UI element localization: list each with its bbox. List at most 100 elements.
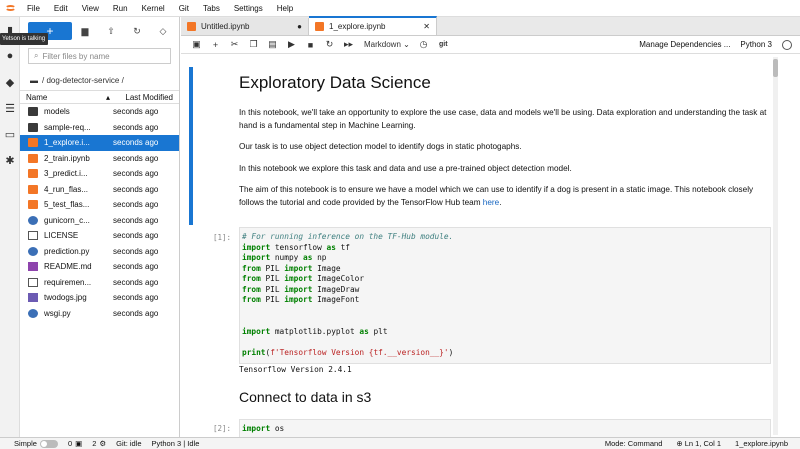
- kernel-status[interactable]: Python 3 | Idle: [152, 439, 200, 448]
- menu-edit[interactable]: Edit: [47, 4, 75, 13]
- here-link[interactable]: here: [483, 198, 499, 207]
- code-token: f'Tensorflow Version {tf.__version__}': [270, 347, 449, 357]
- file-row[interactable]: README.md seconds ago: [20, 259, 179, 275]
- file-name: 4_run_flas...: [44, 184, 89, 194]
- menu-help[interactable]: Help: [270, 4, 300, 13]
- code-token: ): [448, 347, 454, 357]
- code-token: import: [284, 295, 313, 304]
- notebook-icon: [315, 22, 324, 31]
- cell-type-select[interactable]: Markdown ⌄: [364, 40, 414, 49]
- code-editor[interactable]: # For running inference on the TF-Hub mo…: [240, 232, 770, 358]
- kernels-count[interactable]: 2 ⚙: [92, 439, 106, 448]
- git-icon[interactable]: ◆: [0, 69, 20, 95]
- close-icon[interactable]: ✕: [423, 22, 430, 31]
- file-name: 5_test_flas...: [44, 200, 90, 210]
- file-name: twodogs.jpg: [44, 293, 87, 303]
- file-row[interactable]: wsgi.py seconds ago: [20, 306, 179, 322]
- code-cell[interactable]: import os: [239, 419, 771, 437]
- file-modified: seconds ago: [113, 122, 159, 132]
- clock-icon[interactable]: ◷: [414, 39, 433, 50]
- paragraph: In this notebook, we'll take an opportun…: [239, 108, 767, 130]
- file-name: 3_predict.i...: [44, 169, 88, 179]
- file-row[interactable]: 3_predict.i... seconds ago: [20, 166, 179, 182]
- code-line: from PIL import Image: [240, 264, 770, 275]
- code-token: from: [242, 284, 261, 294]
- file-icon: [28, 277, 38, 287]
- file-modified: seconds ago: [113, 293, 159, 303]
- breadcrumb-path[interactable]: / dog-detector-service /: [42, 76, 124, 85]
- cursor-position[interactable]: ⊕ Ln 1, Col 1: [676, 439, 721, 448]
- menu-kernel[interactable]: Kernel: [135, 4, 172, 13]
- code-cell[interactable]: # For running inference on the TF-Hub mo…: [239, 227, 771, 364]
- new-folder-icon[interactable]: ▆: [72, 22, 98, 40]
- kernel-name[interactable]: Python 3: [740, 40, 772, 49]
- menu-file[interactable]: File: [20, 4, 47, 13]
- file-row[interactable]: prediction.py seconds ago: [20, 244, 179, 260]
- file-row[interactable]: requiremen... seconds ago: [20, 275, 179, 291]
- filter-input[interactable]: ⌕ Filter files by name: [28, 48, 171, 64]
- file-modified: seconds ago: [113, 107, 159, 117]
- tab-bar: Untitled.ipynb ● 1_explore.ipynb ✕: [181, 16, 800, 36]
- folder-icon[interactable]: ▬: [30, 76, 38, 85]
- insert-cell-icon[interactable]: +: [206, 40, 225, 50]
- git-clone-icon[interactable]: ◇: [150, 22, 176, 40]
- paste-icon[interactable]: ▤: [263, 39, 282, 50]
- menu-run[interactable]: Run: [106, 4, 135, 13]
- upload-icon[interactable]: ⇧: [98, 22, 124, 40]
- copy-icon[interactable]: ❐: [244, 39, 263, 50]
- fast-forward-icon[interactable]: ▸▸: [339, 39, 358, 50]
- notebook-icon: [28, 184, 38, 194]
- code-token: import: [284, 284, 313, 294]
- notebook-icon: [28, 169, 38, 179]
- manage-dependencies-button[interactable]: Manage Dependencies ...: [639, 40, 730, 49]
- tabs-icon[interactable]: ▭: [0, 121, 20, 147]
- terminals-count[interactable]: 0 ▣: [68, 439, 82, 448]
- unsaved-dot-icon[interactable]: ●: [297, 22, 302, 31]
- code-token: as: [303, 253, 313, 262]
- column-last-modified[interactable]: Last Modified: [118, 93, 173, 102]
- file-modified: seconds ago: [113, 184, 159, 194]
- file-row[interactable]: sample-req... seconds ago: [20, 120, 179, 136]
- file-row[interactable]: 2_train.ipynb seconds ago: [20, 151, 179, 167]
- file-row[interactable]: models seconds ago: [20, 104, 179, 120]
- running-icon[interactable]: ●: [0, 43, 20, 69]
- menu-settings[interactable]: Settings: [227, 4, 270, 13]
- tab-1-explore[interactable]: 1_explore.ipynb ✕: [309, 16, 437, 35]
- file-row[interactable]: 1_explore.i... seconds ago: [20, 135, 179, 151]
- restart-icon[interactable]: ↻: [320, 39, 339, 50]
- run-icon[interactable]: ▶: [282, 39, 301, 50]
- git-button[interactable]: git: [439, 41, 448, 48]
- file-list: models seconds ago sample-req... seconds ag…: [20, 104, 179, 321]
- code-token: PIL: [260, 263, 285, 273]
- menu-view[interactable]: View: [75, 4, 106, 13]
- tab-untitled[interactable]: Untitled.ipynb ●: [181, 18, 309, 35]
- menu-tabs[interactable]: Tabs: [196, 4, 227, 13]
- notebook-icon: [28, 153, 38, 163]
- file-row[interactable]: 4_run_flas... seconds ago: [20, 182, 179, 198]
- file-row[interactable]: 5_test_flas... seconds ago: [20, 197, 179, 213]
- commands-icon[interactable]: ☰: [0, 95, 20, 121]
- scrollbar-thumb[interactable]: [773, 59, 778, 77]
- save-icon[interactable]: ▣: [187, 39, 206, 50]
- paragraph: Our task is to use object detection mode…: [239, 142, 522, 151]
- markdown-cell[interactable]: Exploratory Data Science In this noteboo…: [239, 73, 769, 218]
- code-line: import matplotlib.pyplot as plt: [240, 327, 770, 338]
- stop-icon[interactable]: ■: [301, 40, 320, 50]
- cut-icon[interactable]: ✂: [225, 39, 244, 50]
- gear-icon: ⚙: [99, 439, 107, 448]
- cell-output: Tensorflow Version 2.4.1: [239, 365, 352, 374]
- extension-icon[interactable]: ✱: [0, 147, 20, 173]
- git-status[interactable]: Git: idle: [116, 439, 141, 448]
- refresh-icon[interactable]: ↻: [124, 22, 150, 40]
- file-row[interactable]: twodogs.jpg seconds ago: [20, 290, 179, 306]
- keyword: import: [242, 424, 271, 433]
- menu-git[interactable]: Git: [172, 4, 196, 13]
- file-row[interactable]: gunicorn_c... seconds ago: [20, 213, 179, 229]
- column-name[interactable]: Name: [26, 93, 106, 102]
- code-token: PIL: [260, 284, 285, 294]
- file-row[interactable]: LICENSE seconds ago: [20, 228, 179, 244]
- scrollbar-track[interactable]: [773, 57, 778, 435]
- settings-icon: ⊕: [676, 439, 685, 448]
- code-token: import: [242, 242, 271, 252]
- simple-mode-toggle[interactable]: [39, 439, 58, 448]
